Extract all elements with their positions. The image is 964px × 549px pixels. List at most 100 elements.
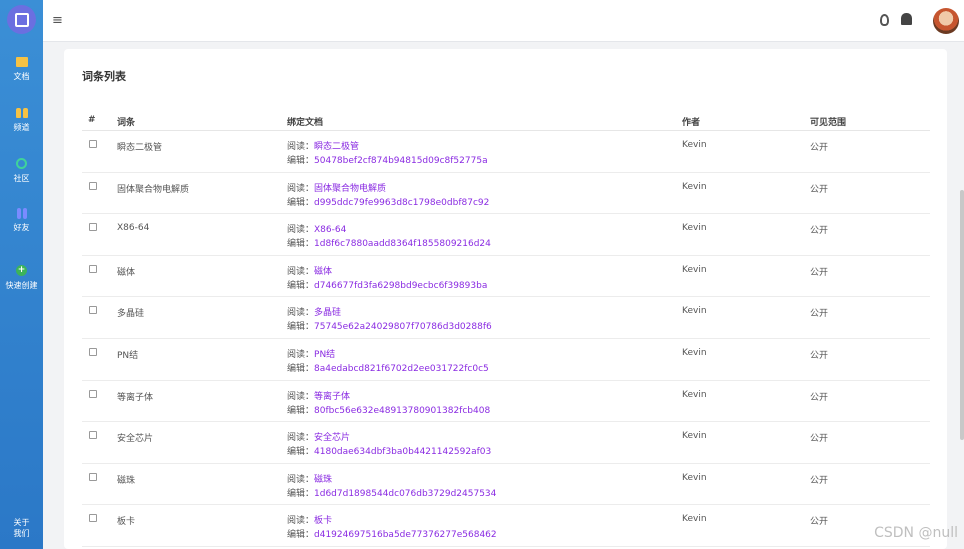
read-link[interactable]: 安全芯片 [314,433,350,443]
scrollbar[interactable] [960,190,964,440]
read-link[interactable]: X86-64 [314,225,346,235]
read-prefix: 阅读： [287,391,315,402]
about-label-line1: 关于 [13,518,30,527]
read-link[interactable]: 固体聚合物电解质 [314,184,386,194]
edit-link[interactable]: 80fbc56e632e4891378090138­2fcb408 [314,406,490,416]
read-line: 阅读：PN结 [287,348,489,362]
bound-doc-cell: 阅读：板卡 编辑：d41924697516ba5de77376277e568462 [287,514,497,542]
edit-link[interactable]: d995ddc79fe9963d8c1798e0dbf87c92 [314,198,489,208]
row-checkbox[interactable] [89,223,97,232]
read-prefix: 阅读： [287,142,315,152]
sidebar-item-friends[interactable]: 好友 [0,208,43,233]
edit-line: 编辑：50478bef2cf874b94815d09c8f52775a [287,154,488,168]
bound-doc-cell: 阅读：PN结 编辑：8a4edabcd821f6702d2ee031722fc0c… [287,348,489,376]
edit-prefix: 编辑： [287,280,315,291]
edit-link[interactable]: 1d8f6c7880aadd8364f1855809216d24 [314,239,491,249]
read-line: 阅读：磁珠 [287,473,496,487]
edit-link[interactable]: 4180dae634dbf3ba0b4421142592af03 [314,447,491,457]
friends-icon [16,208,28,219]
row-checkbox[interactable] [89,514,97,523]
sidebar: 文档 频道 社区 好友 + 快速创建 关于 我们 [0,0,43,549]
term-cell: 固体聚合物电解质 [117,184,190,195]
visibility-cell: 公开 [810,434,829,445]
lightbulb-icon[interactable] [880,14,889,26]
read-link[interactable]: 等离子体 [314,392,350,402]
term-cell: PN结 [117,350,139,361]
edit-line: 编辑：d995ddc79fe9963d8c1798e0dbf87c92 [287,196,489,210]
author-cell: Kevin [682,431,707,442]
watermark: CSDN @null [874,525,958,541]
people-icon [15,108,28,118]
read-link[interactable]: 多晶硅 [314,308,341,318]
edit-link[interactable]: d41924697516ba5de77376277e568462 [314,530,497,540]
read-prefix: 阅读： [287,433,315,444]
edit-link[interactable]: d746677fd3fa6298bd9ecbc6f39893ba [314,281,487,291]
edit-link[interactable]: 8a4edabcd821f6702d2ee031722fc0c5 [314,364,489,374]
table-row: X86-64 阅读：X86-64 编辑：1d8f6c7880aadd8364f185… [82,214,930,256]
globe-icon [16,158,27,169]
row-checkbox[interactable] [89,306,97,315]
edit-line: 编辑：75745e62a24029807f70786d3d0288f6 [287,320,492,334]
sidebar-item-docs[interactable]: 文档 [0,57,43,82]
visibility-cell: 公开 [810,184,829,195]
bound-doc-cell: 阅读：等离子体 编辑：80fbc56e632e4891378090138­2fcb… [287,390,490,418]
read-line: 阅读：多晶硅 [287,306,492,320]
bound-doc-cell: 阅读：X86-64 编辑：1d8f6c7880aadd8364f185580921… [287,223,491,251]
edit-link[interactable]: 75745e62a24029807f70786d3d0288f6 [314,322,492,332]
sidebar-item-quick-create[interactable]: + 快速创建 [0,265,43,291]
term-cell: 磁珠 [117,475,136,486]
row-checkbox[interactable] [89,347,97,356]
edit-prefix: 编辑： [287,322,315,333]
column-header-index: # [88,115,96,125]
term-cell: 瞬态二极管 [117,143,163,153]
bound-doc-cell: 阅读：瞬态二极管 编辑：50478bef2cf874b94815d09c8f527… [287,140,488,168]
table-row: 多晶硅 阅读：多晶硅 编辑：75745e62a24029807f70786d3d02… [82,297,930,339]
sidebar-item-community[interactable]: 社区 [0,158,43,184]
menu-icon[interactable]: ≡ [52,13,63,28]
read-prefix: 阅读： [287,225,315,236]
app-logo[interactable] [7,5,36,34]
bell-icon[interactable] [901,13,912,25]
read-prefix: 阅读： [287,349,315,360]
bound-doc-cell: 阅读：磁珠 编辑：1d6d7d1898544dc076db3729d2457534 [287,473,496,501]
edit-line: 编辑：80fbc56e632e4891378090138­2fcb408 [287,404,490,418]
edit-prefix: 编辑： [287,488,315,499]
read-link[interactable]: PN结 [314,350,335,360]
visibility-cell: 公开 [810,392,829,403]
edit-link[interactable]: 1d6d7d1898544dc076db3729d2457534 [314,489,496,499]
edit-prefix: 编辑： [287,363,315,374]
folder-icon [15,57,28,67]
read-line: 阅读：等离子体 [287,390,490,404]
read-link[interactable]: 瞬态二极管 [314,142,359,152]
row-checkbox[interactable] [89,389,97,398]
read-link[interactable]: 板卡 [314,516,332,526]
edit-prefix: 编辑： [287,197,315,208]
visibility-cell: 公开 [810,309,829,320]
edit-prefix: 编辑： [287,239,315,250]
row-checkbox[interactable] [89,472,97,481]
read-line: 阅读：板卡 [287,514,497,528]
row-checkbox[interactable] [89,431,97,440]
term-cell: 板卡 [117,517,136,528]
row-checkbox[interactable] [89,264,97,273]
sidebar-item-label: 频道 [13,123,30,132]
edit-line: 编辑：d41924697516ba5de77376277e568462 [287,528,497,542]
edit-prefix: 编辑： [287,156,315,166]
table-row: PN结 阅读：PN结 编辑：8a4edabcd821f6702d2ee031722f… [82,339,930,381]
read-line: 阅读：磁体 [287,265,487,279]
avatar[interactable] [933,8,959,34]
sidebar-item-channels[interactable]: 频道 [0,108,43,133]
row-checkbox[interactable] [89,181,97,190]
sidebar-item-about[interactable]: 关于 我们 [0,517,43,539]
table-header: # 词条 绑定文档 作者 可见范围 [82,109,930,131]
read-line: 阅读：瞬态二极管 [287,140,488,154]
sidebar-item-label: 快速创建 [5,281,38,290]
read-link[interactable]: 磁体 [314,267,332,277]
row-checkbox[interactable] [89,140,97,148]
read-link[interactable]: 磁珠 [314,475,332,485]
edit-line: 编辑：1d6d7d1898544dc076db3729d2457534 [287,487,496,501]
sidebar-item-label: 社区 [13,174,30,183]
column-header-author: 作者 [682,118,701,128]
term-cell: 安全芯片 [117,434,154,445]
edit-link[interactable]: 50478bef2cf874b94815d09c8f52775a [314,156,488,166]
